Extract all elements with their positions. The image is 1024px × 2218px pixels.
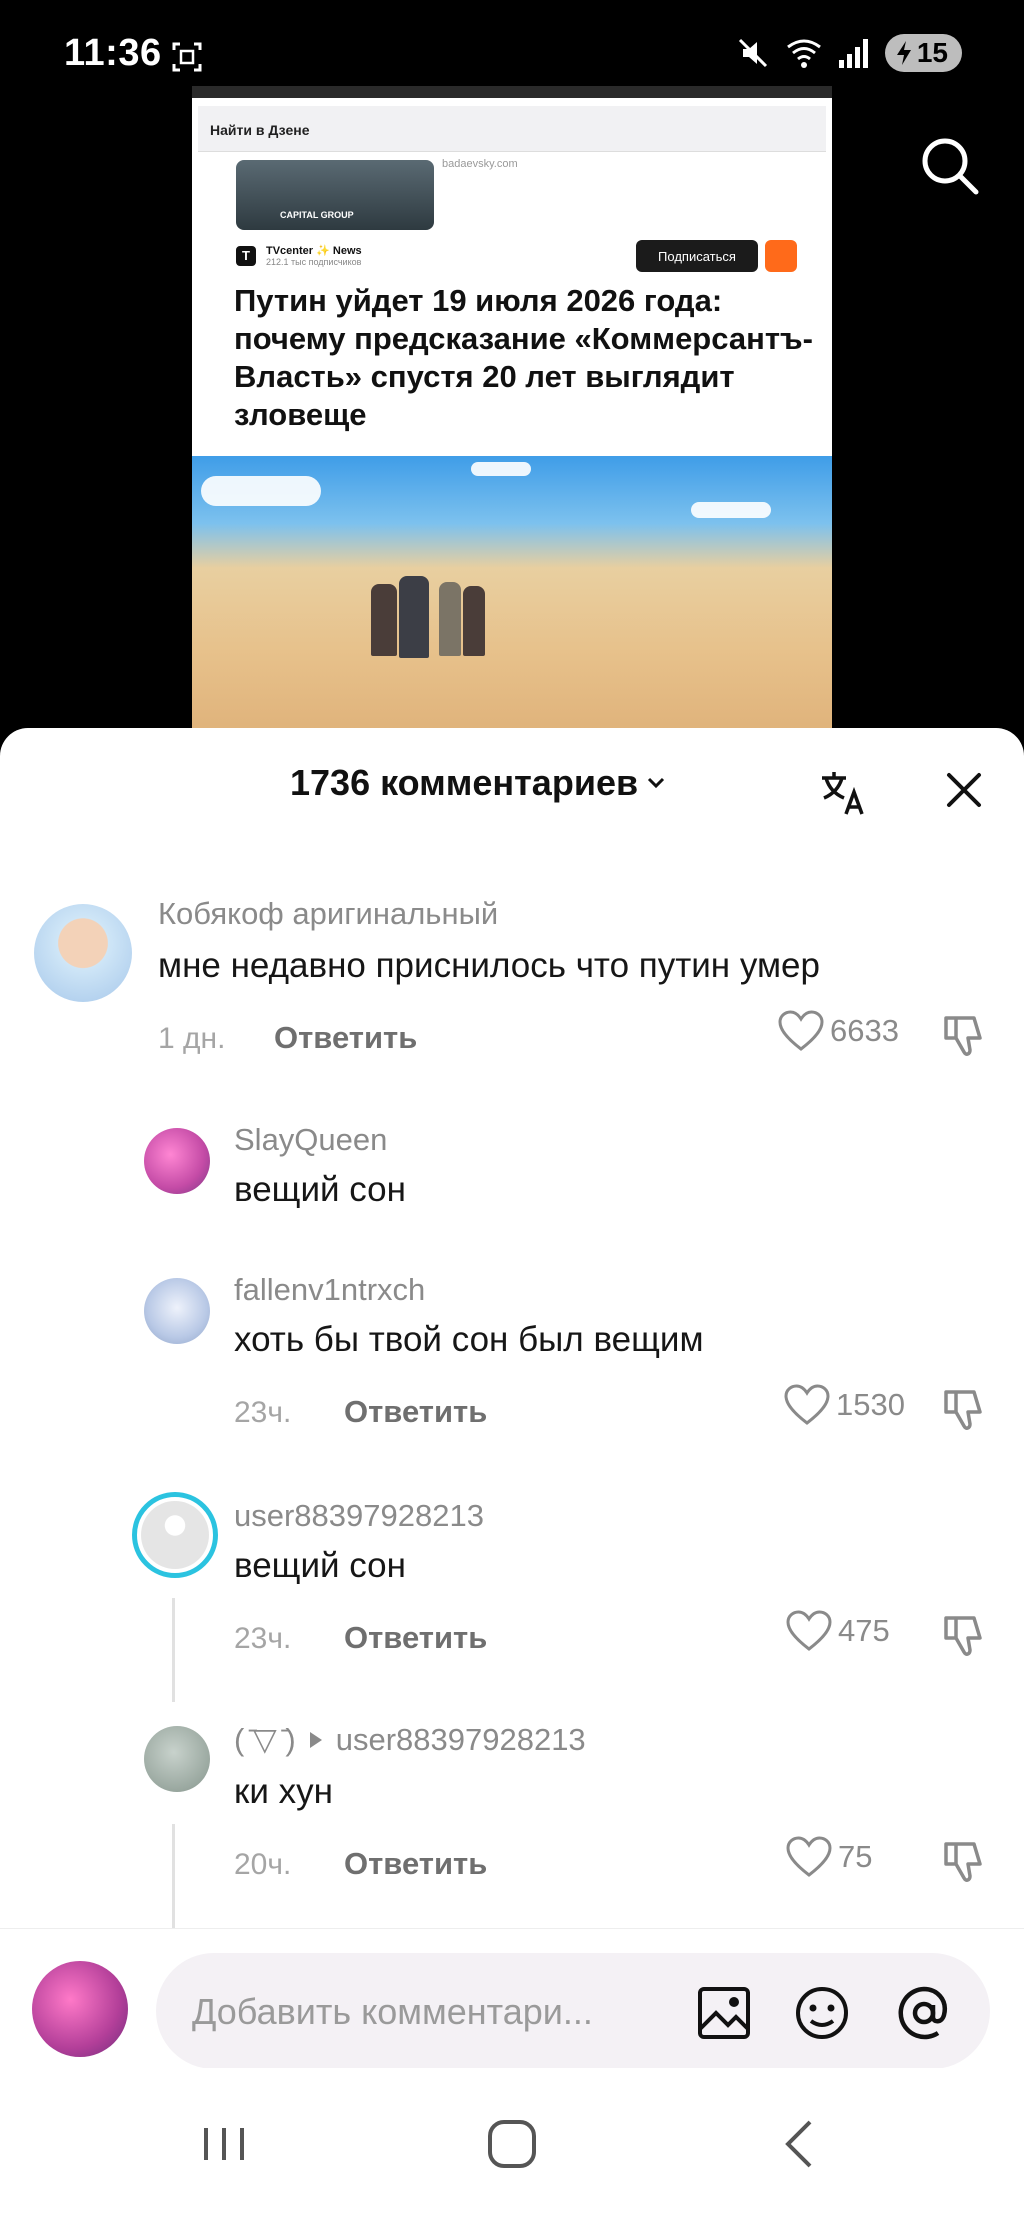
avatar[interactable] [144, 1128, 210, 1194]
dislike-icon[interactable] [940, 1386, 988, 1434]
thumb-label: CAPITAL GROUP [280, 210, 354, 220]
comment-text: вещий сон [234, 1546, 406, 1585]
like-button[interactable]: 75 [786, 1836, 872, 1878]
heart-icon [778, 1010, 824, 1051]
signal-icon [838, 39, 868, 68]
avatar[interactable] [144, 1278, 210, 1344]
ad-thumbnail: CAPITAL GROUP [236, 160, 434, 230]
charging-icon [896, 41, 911, 65]
like-count: 6633 [830, 1013, 899, 1048]
dislike-icon[interactable] [940, 1612, 988, 1660]
reply-to-username[interactable]: user88397928213 [336, 1722, 586, 1758]
heart-icon [786, 1836, 832, 1877]
recent-apps-icon[interactable] [194, 2114, 254, 2174]
battery-indicator: 15 [884, 34, 962, 72]
like-button[interactable]: 6633 [778, 1010, 899, 1052]
system-nav-bar [0, 2068, 1024, 2218]
comment-text: мне недавно приснилось что путин умер [158, 946, 820, 985]
comment-time: 1 дн. [158, 1022, 226, 1055]
search-icon[interactable] [918, 134, 982, 198]
translate-icon[interactable] [816, 766, 872, 822]
battery-level: 15 [916, 37, 948, 68]
comment-username-row: ( ̄▽ ̄) user88397928213 [234, 1722, 586, 1758]
image-icon[interactable] [694, 1983, 754, 2043]
channel-subscribers: 212.1 тыс подписчиков [266, 257, 362, 267]
comment-text: вещий сон [234, 1170, 406, 1209]
comments-header: 1736 комментариев [0, 728, 1024, 848]
comment-text: ки хун [234, 1772, 333, 1811]
article-headline: Путин уйдет 19 июля 2026 года: почему пр… [234, 283, 813, 432]
article-action-icon [765, 240, 797, 272]
status-icons: 15 [735, 34, 962, 72]
comment-input[interactable]: Добавить комментари... [156, 1953, 990, 2069]
comment-input-placeholder: Добавить комментари... [192, 1991, 593, 2032]
sticker-icon[interactable] [792, 1983, 852, 2043]
reply-button[interactable]: Ответить [344, 1620, 487, 1656]
comment-username[interactable]: SlayQueen [234, 1122, 387, 1158]
comment-time: 20ч. [234, 1848, 292, 1881]
chevron-down-icon [648, 777, 665, 789]
wifi-icon [786, 39, 821, 68]
comment-time: 23ч. [234, 1622, 292, 1655]
dislike-icon[interactable] [940, 1838, 988, 1886]
comment-username[interactable]: ( ̄▽ ̄) [234, 1722, 296, 1758]
like-count: 75 [838, 1839, 873, 1874]
default-avatar-icon [141, 1501, 209, 1569]
screenshot-icon [172, 42, 202, 72]
mention-icon[interactable] [894, 1983, 954, 2043]
like-button[interactable]: 1530 [784, 1384, 905, 1426]
comment-username[interactable]: Кобякоф аригинальный [158, 896, 498, 932]
comment-username[interactable]: user88397928213 [234, 1498, 484, 1534]
comments-count-dropdown[interactable]: 1736 комментариев [290, 762, 668, 804]
article-subscribe-button: Подписаться [636, 240, 758, 272]
status-time: 11:36 [64, 32, 162, 74]
desert-scene-image [192, 456, 832, 728]
zen-search-bar: Найти в Дзене [198, 106, 826, 152]
like-count: 1530 [836, 1387, 905, 1422]
avatar[interactable] [34, 904, 132, 1002]
avatar-with-story-ring[interactable] [132, 1492, 218, 1578]
ad-url: badaevsky.com [442, 158, 518, 170]
home-icon[interactable] [482, 2114, 542, 2174]
back-icon[interactable] [770, 2114, 830, 2174]
heart-icon [784, 1384, 830, 1425]
comment-input-bar: Добавить комментари... [0, 1928, 1024, 2069]
channel-name: TVcenter ✨ News [266, 245, 362, 257]
dislike-icon[interactable] [940, 1012, 988, 1060]
reply-button[interactable]: Ответить [344, 1394, 487, 1430]
thread-line [172, 1598, 175, 1702]
video-frame[interactable]: Найти в Дзене CAPITAL GROUP badaevsky.co… [192, 86, 832, 728]
close-icon[interactable] [944, 770, 984, 810]
article-channel: T TVcenter ✨ News 212.1 тыс подписчиков [236, 244, 362, 267]
reply-button[interactable]: Ответить [344, 1846, 487, 1882]
like-button[interactable]: 475 [786, 1610, 890, 1652]
comment-text: хоть бы твой сон был вещим [234, 1320, 704, 1359]
video-top-bar [192, 86, 832, 98]
reply-arrow-icon [309, 1732, 322, 1748]
heart-icon [786, 1610, 832, 1651]
comment-username[interactable]: fallenv1ntrxch [234, 1272, 425, 1308]
like-count: 475 [838, 1613, 890, 1648]
thread-line [172, 1824, 175, 1928]
channel-logo-icon: T [236, 245, 256, 266]
my-avatar[interactable] [32, 1961, 128, 2057]
comments-count: 1736 комментариев [290, 762, 639, 803]
reply-button[interactable]: Ответить [274, 1020, 417, 1056]
avatar[interactable] [144, 1726, 210, 1792]
comment-time: 23ч. [234, 1396, 292, 1429]
mute-icon [738, 38, 767, 68]
